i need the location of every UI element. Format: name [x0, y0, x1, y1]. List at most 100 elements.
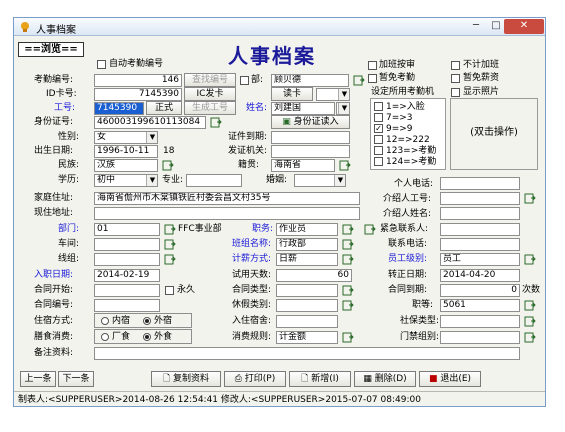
machine-list-item[interactable]: 124=>考勤 [374, 157, 436, 167]
title-no-picker-icon[interactable] [524, 300, 536, 311]
title-no-field[interactable]: 5061 [440, 299, 520, 312]
machine-list-item[interactable]: ✓ 9=>9 [374, 124, 413, 134]
referrer-name-field[interactable] [440, 207, 520, 220]
exempt-attendance-checkbox[interactable] [368, 74, 377, 83]
housing-outside-radio[interactable] [143, 317, 151, 325]
social-picker-icon[interactable] [524, 316, 536, 327]
native-picker-icon[interactable] [339, 160, 351, 171]
meals-outside-radio[interactable] [143, 333, 151, 341]
att-no-field[interactable]: 146 [94, 74, 182, 87]
dept-picker-icon[interactable] [353, 75, 365, 86]
id-card-field[interactable]: 7145390 [94, 88, 182, 101]
meals-canteen-radio[interactable] [101, 333, 109, 341]
id-picker-icon[interactable] [210, 117, 222, 128]
referrer-picker-icon[interactable] [524, 193, 536, 204]
machine-list[interactable]: 1=>入脸 7=>3 ✓ 9=>9 12=>222 123=>考勤 124=>考勤 [370, 98, 446, 170]
chevron-down-icon[interactable]: ▼ [338, 89, 349, 100]
machine-photo-panel[interactable]: (双击操作) [450, 98, 538, 170]
education-select[interactable]: 初中 ▼ [94, 174, 158, 187]
nation-picker-icon[interactable] [162, 160, 174, 171]
query-no-button[interactable]: 查找编号 [184, 73, 236, 87]
permanent-checkbox[interactable] [165, 286, 174, 295]
department-picker-icon[interactable] [164, 224, 176, 235]
next-record-button[interactable]: 下一条 [58, 371, 94, 387]
consume-rule-picker-icon[interactable] [342, 332, 354, 343]
social-field[interactable] [440, 315, 520, 328]
chevron-down-icon[interactable]: ▼ [338, 103, 349, 114]
name-field[interactable]: 刘建国 [271, 102, 335, 115]
machine-list-item[interactable]: 12=>222 [374, 135, 430, 145]
position-field[interactable]: 作业员 [276, 223, 338, 236]
overtime-limit-checkbox[interactable] [368, 61, 377, 70]
consume-rule-field[interactable]: 计金额 [276, 331, 338, 344]
exit-button[interactable]: ■ 退出(E) [419, 371, 481, 387]
home-addr-field[interactable]: 海南省儋州市木棠镇铁匠村委会昌文村35号 [94, 192, 360, 205]
staff-level-field[interactable]: 员工 [440, 253, 520, 266]
close-button[interactable]: ✕ [504, 19, 544, 34]
gen-emp-no-button[interactable]: 生成工号 [184, 101, 236, 115]
emergency-field[interactable] [440, 223, 520, 236]
machine-checkbox[interactable] [374, 102, 383, 111]
department-field[interactable]: 01 [94, 223, 160, 236]
machine-checkbox[interactable]: ✓ [374, 124, 383, 133]
formal-status-button[interactable]: 正式 [146, 101, 182, 115]
print-button[interactable]: ⎙ 打印(P) [224, 371, 286, 387]
birth-field[interactable]: 1996-10-11 [94, 145, 158, 158]
no-overtime-checkbox[interactable] [451, 61, 460, 70]
current-addr-field[interactable] [94, 207, 360, 220]
shift-picker-icon[interactable] [342, 239, 354, 250]
nation-field[interactable]: 汉族 [94, 159, 158, 172]
machine-list-item[interactable]: 123=>考勤 [374, 146, 436, 156]
read-card-select[interactable]: ▼ [316, 88, 350, 101]
machine-checkbox[interactable] [374, 157, 383, 166]
cert-expire-field[interactable] [271, 131, 350, 144]
major-field[interactable] [186, 174, 242, 187]
copy-button[interactable]: 🗋 复制资料 [151, 371, 221, 387]
chevron-down-icon[interactable]: ▼ [334, 175, 345, 186]
issuer-field[interactable] [271, 145, 350, 158]
read-card-button[interactable]: 读卡 [271, 87, 313, 101]
workshop-picker-icon[interactable] [164, 239, 176, 250]
contract-no-field[interactable] [94, 299, 160, 312]
line-field[interactable] [94, 253, 160, 266]
show-photo-checkbox[interactable] [451, 88, 460, 97]
entry-date-field[interactable]: 2014-02-19 [94, 269, 160, 282]
machine-checkbox[interactable] [374, 113, 383, 122]
position-picker-icon[interactable] [342, 224, 354, 235]
door-group-field[interactable] [440, 331, 520, 344]
contract-term-field[interactable]: 0 [440, 284, 520, 297]
chevron-down-icon[interactable]: ▼ [146, 132, 157, 143]
regular-date-field[interactable]: 2014-04-20 [440, 269, 520, 282]
add-button[interactable]: 🗋 新增(I) [289, 371, 351, 387]
housing-inside-radio[interactable] [101, 317, 109, 325]
staff-level-picker-icon[interactable] [524, 254, 536, 265]
leave-type-field[interactable] [276, 299, 338, 312]
exempt-salary-checkbox[interactable] [451, 74, 460, 83]
contract-start-field[interactable] [94, 284, 160, 297]
gender-select[interactable]: 女 ▼ [94, 131, 158, 144]
contract-type-picker-icon[interactable] [342, 285, 354, 296]
dept-checkbox[interactable] [240, 76, 249, 85]
delete-button[interactable]: ▦ 删除(D) [354, 371, 416, 387]
workshop-field[interactable] [94, 238, 160, 251]
auto-number-checkbox[interactable] [97, 60, 106, 69]
machine-list-item[interactable]: 7=>3 [374, 113, 413, 123]
ic-card-button[interactable]: IC发卡 [184, 87, 236, 101]
pay-method-field[interactable]: 日薪 [276, 253, 338, 266]
probation-field[interactable]: 60 [276, 269, 352, 282]
machine-list-item[interactable]: 1=>入脸 [374, 102, 425, 112]
native-field[interactable]: 海南省 [271, 159, 335, 172]
machine-checkbox[interactable] [374, 146, 383, 155]
personal-phone-field[interactable] [440, 177, 520, 190]
emp-no-field[interactable]: 7145390 [94, 102, 144, 115]
emergency-picker-icon[interactable] [364, 224, 376, 235]
chevron-down-icon[interactable]: ▼ [146, 175, 157, 186]
dept-search-field[interactable]: 顾贝德 [271, 74, 349, 87]
contact-phone-field[interactable] [440, 238, 520, 251]
id-read-button[interactable]: ▣ 身份证读入 [271, 115, 350, 129]
name-select[interactable]: ▼ [336, 102, 350, 115]
contract-type-field[interactable] [276, 284, 338, 297]
pay-method-picker-icon[interactable] [342, 254, 354, 265]
leave-type-picker-icon[interactable] [342, 300, 354, 311]
marital-select[interactable]: ▼ [294, 174, 346, 187]
